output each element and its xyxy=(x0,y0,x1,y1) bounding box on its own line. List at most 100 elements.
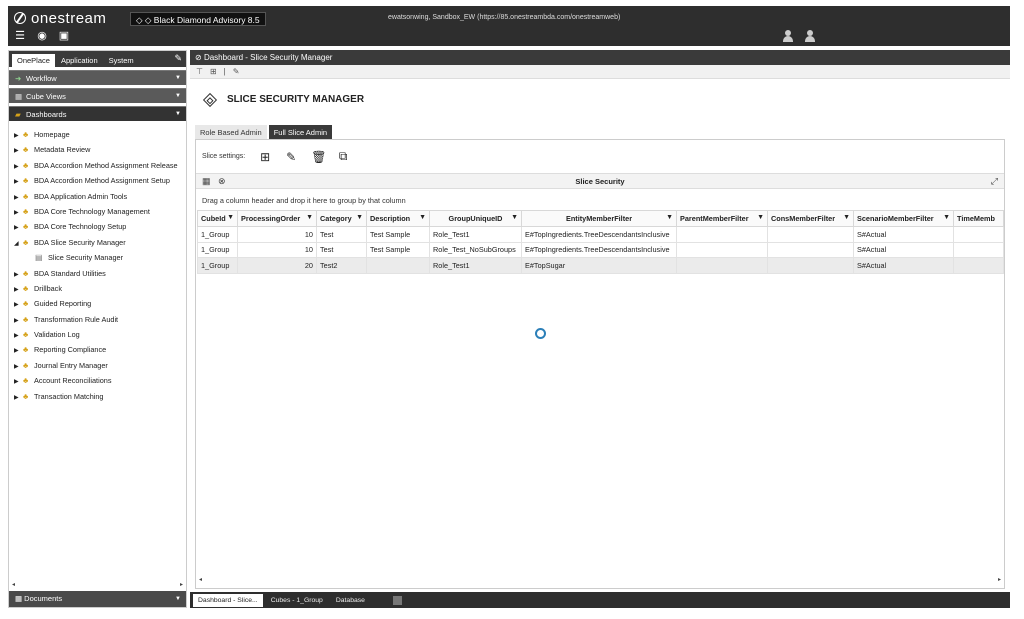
cell-groupuniqueid[interactable]: Role_Test1 xyxy=(429,257,522,274)
column-header-parentmemberfilter[interactable]: ParentMemberFilter ▼ xyxy=(676,210,768,227)
table-row-selected[interactable]: 1_Group 20 Test2 Role_Test1 E#TopSugar S… xyxy=(197,257,1004,274)
tree-item[interactable]: ▶ ♣ Transaction Matching xyxy=(9,389,186,404)
filter-icon[interactable]: ▼ xyxy=(227,214,234,221)
expand-icon[interactable]: ▶ xyxy=(14,221,23,234)
tab-full-slice-admin[interactable]: Full Slice Admin xyxy=(268,125,333,139)
table-row[interactable]: 1_Group 10 Test Test Sample Role_Test_No… xyxy=(197,241,1004,258)
filter-icon[interactable]: ▼ xyxy=(306,214,313,221)
expand-icon[interactable]: ▶ xyxy=(14,375,23,388)
expand-icon[interactable]: ▶ xyxy=(14,175,23,188)
filter-icon[interactable]: ▼ xyxy=(419,214,426,221)
cell-groupuniqueid[interactable]: Role_Test1 xyxy=(429,226,522,243)
tree-item[interactable]: ▶ ♣ BDA Accordion Method Assignment Setup xyxy=(9,173,186,188)
cell-entitymemberfilter[interactable]: E#TopIngredients.TreeDescendantsInclusiv… xyxy=(521,226,677,243)
tab-system[interactable]: System xyxy=(104,54,139,67)
tree-item[interactable]: ▶ ♣ BDA Application Admin Tools xyxy=(9,189,186,204)
cell-parentmemberfilter[interactable] xyxy=(676,226,768,243)
section-dashboards[interactable]: ▰ Dashboards ▼ xyxy=(9,106,186,121)
column-header-groupuniqueid[interactable]: GroupUniqueID ▼ xyxy=(429,210,522,227)
delete-icon[interactable]: 🗑 xyxy=(311,150,326,164)
tree-item[interactable]: ▶ ♣ Reporting Compliance xyxy=(9,342,186,357)
cell-parentmemberfilter[interactable] xyxy=(676,241,768,258)
column-header-entitymemberfilter[interactable]: EntityMemberFilter ▼ xyxy=(521,210,677,227)
collapse-icon[interactable]: ◢ xyxy=(14,237,23,250)
column-header-consmemberfilter[interactable]: ConsMemberFilter ▼ xyxy=(767,210,854,227)
cell-processingorder[interactable]: 10 xyxy=(237,241,317,258)
cell-cubeid[interactable]: 1_Group xyxy=(197,241,238,258)
column-header-category[interactable]: Category ▼ xyxy=(316,210,367,227)
expand-grid-icon[interactable]: ⤢ xyxy=(991,176,998,187)
expand-icon[interactable]: ▶ xyxy=(14,298,23,311)
tree-item[interactable]: ◢ ♣ BDA Slice Security Manager xyxy=(9,235,186,250)
tab-cubes-1-group[interactable]: Cubes - 1_Group xyxy=(266,594,328,607)
expand-icon[interactable]: ▶ xyxy=(14,144,23,157)
cell-consmemberfilter[interactable] xyxy=(767,226,854,243)
tab-dashboard-slice[interactable]: Dashboard - Slice... xyxy=(193,593,263,607)
column-header-description[interactable]: Description ▼ xyxy=(366,210,430,227)
pin-icon[interactable]: ✎ xyxy=(174,53,182,64)
cell-entitymemberfilter[interactable]: E#TopSugar xyxy=(521,257,677,274)
grid-settings-icon[interactable]: ⊞ xyxy=(210,65,217,78)
scroll-right-icon[interactable]: ▸ xyxy=(180,581,183,588)
cell-category[interactable]: Test xyxy=(316,241,367,258)
expand-icon[interactable]: ▶ xyxy=(14,283,23,296)
cell-scenariomemberfilter[interactable]: S#Actual xyxy=(853,241,954,258)
section-workflow[interactable]: ➜ Workflow ▼ xyxy=(9,70,186,85)
cell-parentmemberfilter[interactable] xyxy=(676,257,768,274)
tree-item[interactable]: ▶ ♣ Journal Entry Manager xyxy=(9,358,186,373)
expand-icon[interactable]: ▶ xyxy=(14,129,23,142)
tree-item[interactable]: ▶ ♣ Homepage xyxy=(9,127,186,142)
menu-icon[interactable]: ☰ xyxy=(14,30,26,42)
cell-consmemberfilter[interactable] xyxy=(767,241,854,258)
user-settings-icon[interactable] xyxy=(805,30,815,42)
scroll-left-icon[interactable]: ◂ xyxy=(199,576,202,583)
edit-icon[interactable]: ✎ xyxy=(233,65,240,78)
tree-item[interactable]: ▶ ♣ Drillback xyxy=(9,281,186,296)
expand-icon[interactable]: ▶ xyxy=(14,344,23,357)
expand-icon[interactable]: ▶ xyxy=(14,360,23,373)
cell-cubeid[interactable]: 1_Group xyxy=(197,257,238,274)
filter-icon[interactable]: ▼ xyxy=(666,214,673,221)
cell-processingorder[interactable]: 20 xyxy=(237,257,317,274)
tree-item[interactable]: ▶ ♣ Account Reconciliations xyxy=(9,373,186,388)
edit-icon[interactable]: ✎ xyxy=(285,150,297,164)
tree-item[interactable]: ▶ ♣ Validation Log xyxy=(9,327,186,342)
section-cube-views[interactable]: ▦ Cube Views ▼ xyxy=(9,88,186,103)
documents-icon[interactable]: ▣ xyxy=(58,30,70,42)
tree-item[interactable]: ▶ ♣ Guided Reporting xyxy=(9,296,186,311)
left-horizontal-scrollbar[interactable]: ◂ ▸ xyxy=(9,581,186,588)
cell-groupuniqueid[interactable]: Role_Test_NoSubGroups xyxy=(429,241,522,258)
tree-item-slice-security-manager[interactable]: ▤ Slice Security Manager xyxy=(9,250,186,265)
cell-entitymemberfilter[interactable]: E#TopIngredients.TreeDescendantsInclusiv… xyxy=(521,241,677,258)
copy-icon[interactable]: ⧉ xyxy=(337,149,349,164)
column-header-timemember[interactable]: TimeMemb xyxy=(953,210,1004,227)
tree-item[interactable]: ▶ ♣ Metadata Review xyxy=(9,142,186,157)
expand-icon[interactable]: ▶ xyxy=(14,268,23,281)
filter-icon[interactable]: ▼ xyxy=(943,214,950,221)
expand-icon[interactable]: ▶ xyxy=(14,160,23,173)
expand-icon[interactable]: ▶ xyxy=(14,391,23,404)
cell-description[interactable]: Test Sample xyxy=(366,241,430,258)
cell-description[interactable] xyxy=(366,257,430,274)
tree-item[interactable]: ▶ ♣ BDA Core Technology Setup xyxy=(9,219,186,234)
column-header-cubeid[interactable]: CubeId ▼ xyxy=(197,210,238,227)
cell-scenariomemberfilter[interactable]: S#Actual xyxy=(853,257,954,274)
grid-horizontal-scrollbar[interactable]: ◂ ▸ xyxy=(196,576,1004,583)
filter-icon[interactable]: ▼ xyxy=(511,214,518,221)
user-icon[interactable] xyxy=(783,30,793,42)
close-tab-icon[interactable] xyxy=(392,595,402,605)
cell-timemember[interactable] xyxy=(953,226,1004,243)
section-documents[interactable]: ▦ Documents ▼ xyxy=(9,591,186,607)
column-header-processingorder[interactable]: ProcessingOrder ▼ xyxy=(237,210,317,227)
filter-icon[interactable]: ⊤ xyxy=(196,65,203,78)
cell-scenariomemberfilter[interactable]: S#Actual xyxy=(853,226,954,243)
cell-description[interactable]: Test Sample xyxy=(366,226,430,243)
expand-icon[interactable]: ▶ xyxy=(14,191,23,204)
tab-role-based-admin[interactable]: Role Based Admin xyxy=(195,125,267,139)
scroll-left-icon[interactable]: ◂ xyxy=(12,581,15,588)
tab-database[interactable]: Database xyxy=(331,594,370,607)
cell-processingorder[interactable]: 10 xyxy=(237,226,317,243)
tree-item[interactable]: ▶ ♣ BDA Core Technology Management xyxy=(9,204,186,219)
expand-icon[interactable]: ▶ xyxy=(14,206,23,219)
scroll-right-icon[interactable]: ▸ xyxy=(998,576,1001,583)
